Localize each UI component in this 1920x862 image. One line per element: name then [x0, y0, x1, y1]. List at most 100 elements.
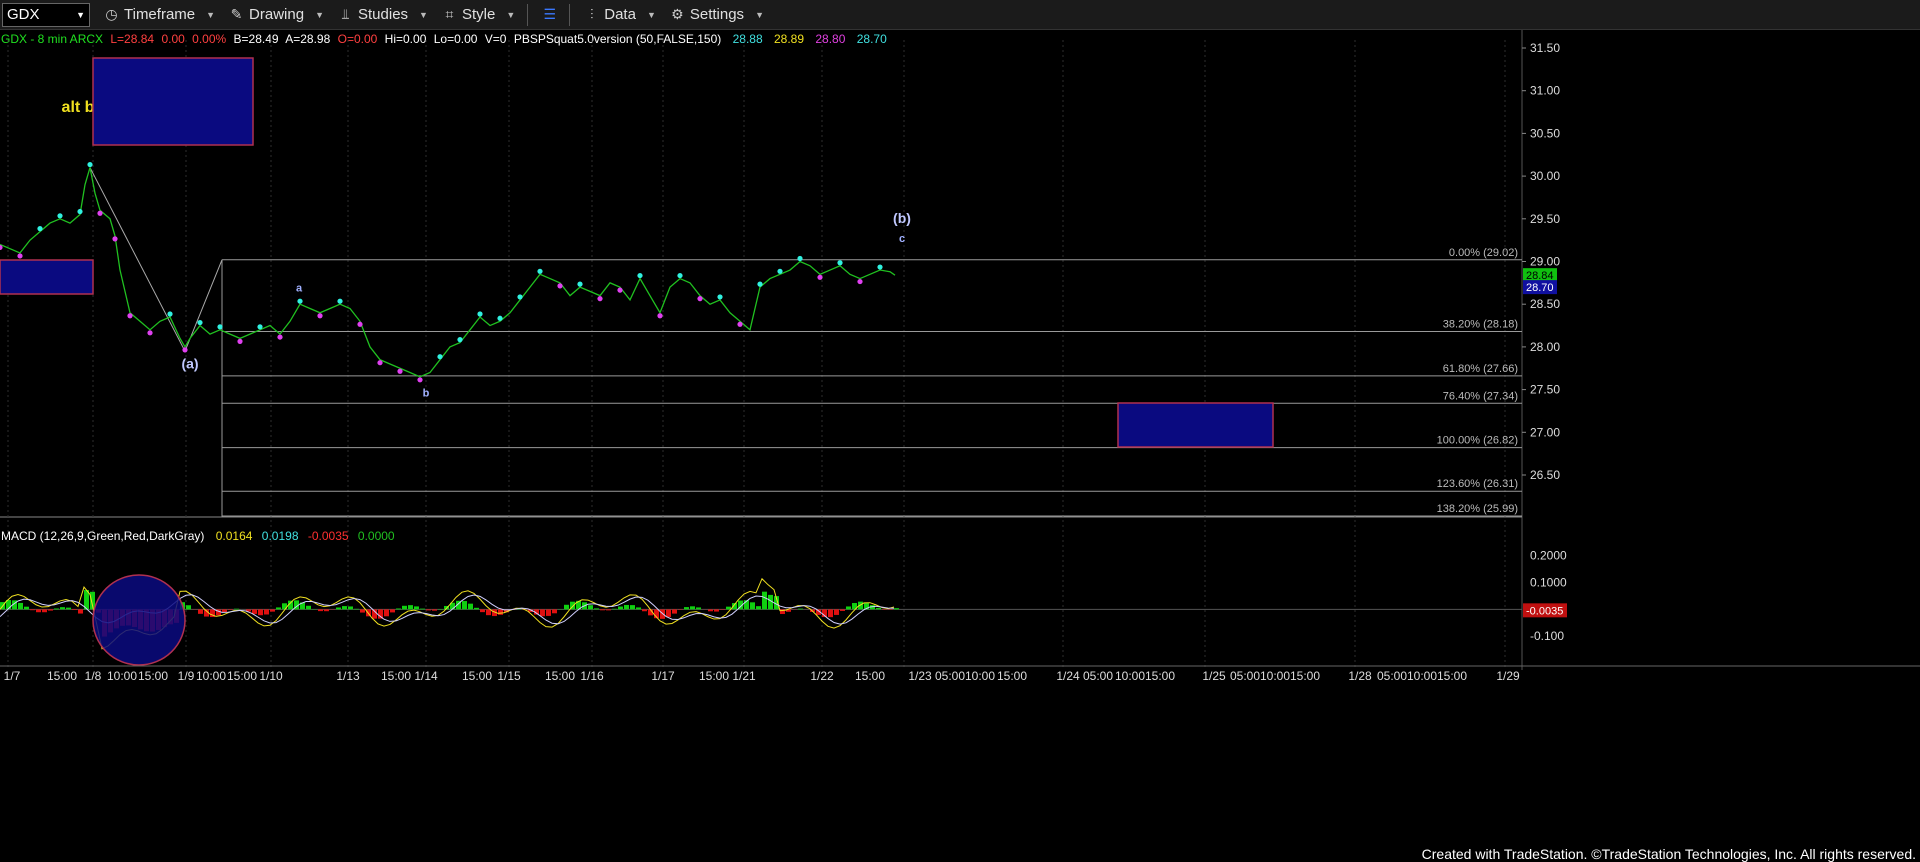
signal-dot: [517, 294, 523, 300]
fib-level-label: 0.00% (29.02): [1449, 247, 1518, 259]
macd-label: MACD (12,26,9,Green,Red,DarkGray): [1, 529, 204, 543]
macd-histogram-bar: [480, 609, 485, 613]
macd-val-4: 0.0000: [358, 529, 395, 543]
data-menu[interactable]: ⫶ Data ▼: [584, 6, 656, 23]
price-tick-label: 29.00: [1530, 255, 1560, 269]
macd-histogram-bar: [420, 608, 425, 610]
info-lo: Lo=0.00: [434, 32, 478, 46]
macd-histogram-bar: [618, 606, 623, 610]
macd-pane[interactable]: 0.20000.10000.0000-0.100-0.0035: [0, 549, 1567, 666]
info-prefix: GDX - 8 min ARCX: [1, 32, 103, 46]
caret-down-icon: ▼: [755, 9, 764, 20]
macd-histogram-bar: [762, 591, 767, 610]
macd-histogram-bar: [408, 605, 413, 610]
macd-histogram-bar: [588, 605, 593, 610]
time-tick-label: 1/16: [580, 669, 604, 683]
signal-dot: [837, 260, 843, 266]
macd-histogram-bar: [630, 605, 635, 610]
wave-label: (a): [181, 355, 198, 371]
macd-histogram-bar: [756, 606, 761, 610]
macd-histogram-bar: [498, 609, 503, 615]
info-bid: B=28.49: [234, 32, 279, 46]
macd-histogram-bar: [690, 606, 695, 610]
chart-area[interactable]: GDX - 8 min ARCX L=28.84 0.00 0.00% B=28…: [0, 30, 1920, 862]
macd-histogram-bar: [486, 609, 491, 616]
signal-dot: [87, 161, 93, 168]
wave-label: (b): [893, 210, 911, 226]
signal-dot: [147, 330, 153, 336]
macd-histogram-bar: [234, 608, 239, 610]
time-tick-label: 1/15: [497, 669, 521, 683]
signal-dot: [617, 287, 623, 293]
info-chg: 0.00: [161, 32, 185, 46]
drawing-menu[interactable]: ✎ Drawing ▼: [229, 6, 324, 23]
macd-histogram-bar: [840, 609, 845, 611]
studies-menu[interactable]: ⫫ Studies ▼: [338, 6, 428, 23]
price-tick-label: 31.00: [1530, 84, 1560, 98]
symbol-input[interactable]: GDX ▼: [2, 2, 90, 27]
time-tick-label: 15:00: [545, 669, 575, 683]
time-tick-label: 15:00: [1437, 669, 1467, 683]
macd-histogram-bar: [348, 606, 353, 610]
settings-menu[interactable]: ⚙ Settings ▼: [670, 6, 764, 23]
info-val-3: 28.80: [815, 32, 845, 46]
macd-histogram-bar: [306, 605, 311, 610]
signal-dot: [127, 313, 133, 319]
info-study: PBSPSquat5.0version (50,FALSE,150): [514, 32, 721, 46]
time-tick-label: 15:00: [462, 669, 492, 683]
macd-histogram-bar: [336, 607, 341, 610]
signal-dot: [477, 311, 483, 317]
style-label: Style: [461, 6, 496, 23]
macd-histogram-bar: [894, 608, 899, 610]
macd-histogram-bar: [78, 609, 83, 614]
macd-histogram-bar: [318, 609, 323, 612]
fib-level-label: 100.00% (26.82): [1437, 435, 1518, 447]
time-tick-label: 1/23: [908, 669, 932, 683]
time-tick-label: 05:00: [1377, 669, 1407, 683]
signal-dot: [597, 296, 603, 302]
time-tick-label: 1/7: [4, 669, 21, 683]
macd-histogram-bar: [834, 609, 839, 615]
macd-histogram-bar: [426, 609, 431, 611]
macd-val-3: -0.0035: [308, 529, 349, 543]
style-menu[interactable]: ⌗ Style ▼: [442, 6, 516, 23]
signal-dot: [237, 338, 243, 344]
signal-dot: [557, 283, 563, 289]
wave-label: c: [899, 233, 905, 245]
fib-level-label: 123.60% (26.31): [1437, 478, 1518, 490]
signal-dot: [277, 334, 283, 340]
macd-histogram-bar: [414, 606, 419, 610]
time-tick-label: 10:00: [965, 669, 995, 683]
time-tick-label: 15:00: [227, 669, 257, 683]
macd-histogram-bar: [612, 608, 617, 610]
macd-histogram-bar: [750, 602, 755, 610]
macd-val-1: 0.0164: [216, 529, 253, 543]
macd-histogram-bar: [360, 609, 365, 613]
time-tick-label: 05:00: [1230, 669, 1260, 683]
macd-value-flag-text: -0.0035: [1526, 605, 1563, 617]
timeframe-menu[interactable]: ◷ Timeframe ▼: [104, 6, 215, 23]
macd-histogram-bar: [684, 607, 689, 610]
macd-histogram-bar: [258, 609, 263, 616]
info-last: L=28.84: [110, 32, 154, 46]
signal-dot: [217, 324, 223, 330]
time-tick-label: 1/25: [1202, 669, 1226, 683]
macd-line: MACD (12,26,9,Green,Red,DarkGray) 0.0164…: [1, 529, 395, 543]
price-tick-label: 31.50: [1530, 41, 1560, 55]
macd-tick-label: 0.2000: [1530, 549, 1567, 563]
signal-dot: [777, 268, 783, 274]
fib-level-label: 38.20% (28.18): [1443, 319, 1518, 331]
copyright-credit: Created with TradeStation. ©TradeStation…: [1421, 846, 1916, 862]
pen-icon: ✎: [230, 6, 243, 22]
time-axis: 1/7 15:00 1/8 10:00 15:00 1/9 10:00 15:00 1/10 1/…: [0, 665, 1920, 683]
macd-histogram-bar: [432, 609, 437, 611]
macd-histogram-bar: [228, 609, 233, 610]
time-tick-label: 1/13: [336, 669, 360, 683]
macd-histogram-bar: [402, 605, 407, 610]
layout-button[interactable]: ☰: [542, 7, 557, 22]
time-tick-label: 15:00: [381, 669, 411, 683]
signal-dot: [77, 208, 83, 215]
price-tick-label: 29.50: [1530, 212, 1560, 226]
info-val-1: 28.88: [733, 32, 763, 46]
price-tick-label: 26.50: [1530, 468, 1560, 482]
